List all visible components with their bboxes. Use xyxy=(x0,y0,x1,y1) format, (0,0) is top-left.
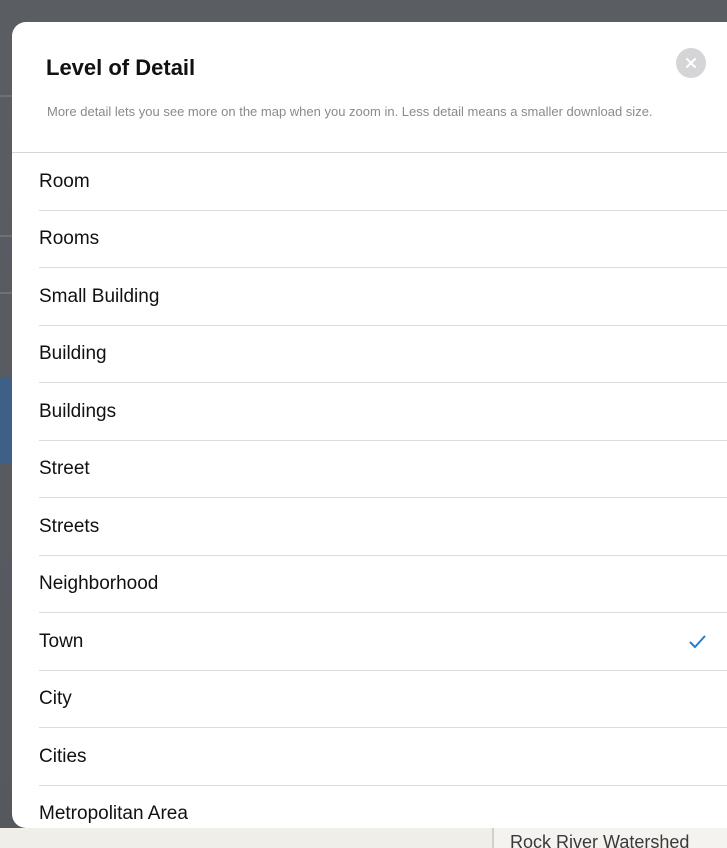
detail-option-buildings[interactable]: Buildings xyxy=(12,383,727,441)
detail-option-city[interactable]: City xyxy=(12,671,727,729)
detail-option-label: Metropolitan Area xyxy=(39,803,188,825)
detail-option-metropolitan-area[interactable]: Metropolitan Area xyxy=(12,786,727,829)
detail-option-label: Small Building xyxy=(39,285,160,307)
level-of-detail-sheet: Level of Detail More detail lets you see… xyxy=(12,22,727,828)
detail-option-room[interactable]: Room xyxy=(12,153,727,211)
map-label: Rock River Watershed xyxy=(510,832,690,848)
detail-option-label: Streets xyxy=(39,515,100,537)
detail-option-cities[interactable]: Cities xyxy=(12,728,727,786)
detail-option-town[interactable]: Town xyxy=(12,613,727,671)
detail-option-street[interactable]: Street xyxy=(12,441,727,499)
map-road xyxy=(0,95,12,97)
detail-option-neighborhood[interactable]: Neighborhood xyxy=(12,556,727,614)
map-road xyxy=(0,292,12,294)
sheet-header: Level of Detail More detail lets you see… xyxy=(12,22,727,153)
map-land xyxy=(0,828,492,848)
detail-option-label: Neighborhood xyxy=(39,573,159,595)
checkmark-icon xyxy=(689,635,706,648)
detail-option-label: Street xyxy=(39,458,90,480)
detail-option-label: Town xyxy=(39,630,84,652)
sheet-title: Level of Detail xyxy=(46,55,196,80)
map-water xyxy=(0,378,12,463)
detail-option-label: City xyxy=(39,688,72,710)
detail-option-label: Rooms xyxy=(39,228,100,250)
detail-option-label: Room xyxy=(39,170,90,192)
detail-level-list: Room Rooms Small Building Building Buildings… xyxy=(12,153,727,828)
sheet-description: More detail lets you see more on the map… xyxy=(47,104,653,119)
detail-option-rooms[interactable]: Rooms xyxy=(12,211,727,269)
detail-option-small-building[interactable]: Small Building xyxy=(12,268,727,326)
detail-option-streets[interactable]: Streets xyxy=(12,498,727,556)
detail-option-label: Buildings xyxy=(39,400,117,422)
close-button[interactable] xyxy=(676,48,706,78)
close-icon xyxy=(686,58,696,68)
detail-option-building[interactable]: Building xyxy=(12,326,727,384)
detail-option-label: Building xyxy=(39,343,107,365)
map-road xyxy=(0,235,12,237)
detail-option-label: Cities xyxy=(39,745,87,767)
